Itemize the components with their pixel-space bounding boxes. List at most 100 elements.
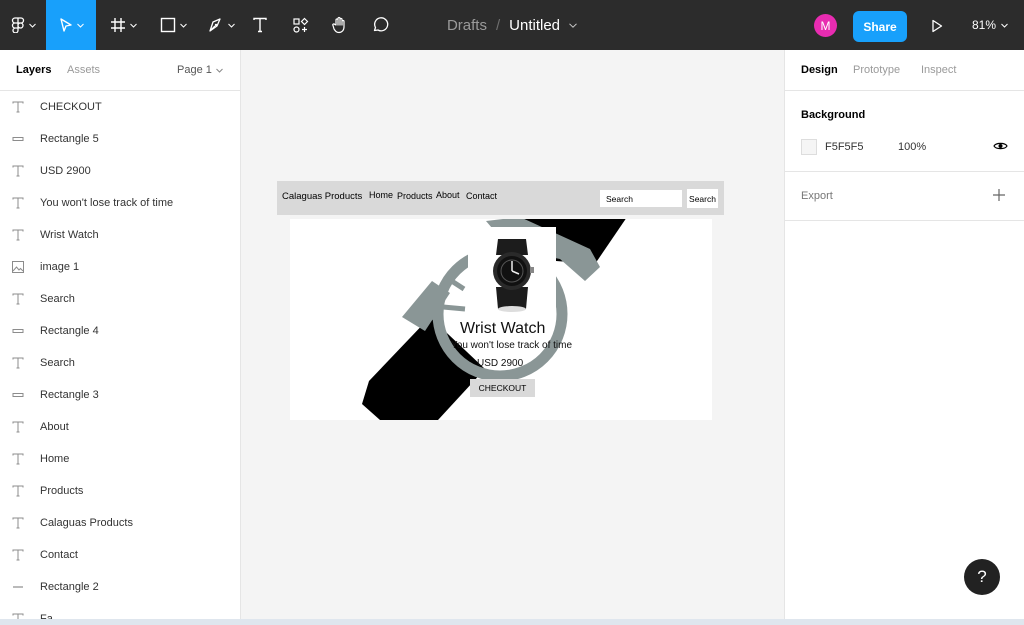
layer-name: USD 2900 — [40, 165, 91, 177]
frame-tool-button[interactable] — [100, 0, 146, 50]
text-layer-icon — [12, 485, 24, 497]
product-title[interactable]: Wrist Watch — [460, 320, 545, 338]
chevron-down-icon — [227, 23, 235, 28]
nav-brand[interactable]: Calaguas Products — [282, 191, 362, 202]
text-layer-icon — [12, 165, 24, 177]
layer-name: Wrist Watch — [40, 229, 99, 241]
layer-row[interactable]: CHECKOUT — [0, 91, 240, 123]
layer-type-icon — [0, 453, 40, 465]
layer-row[interactable]: Home — [0, 443, 240, 475]
share-button[interactable]: Share — [853, 11, 907, 42]
page-selector[interactable]: Page 1 — [177, 64, 223, 76]
checkout-button[interactable]: CHECKOUT — [470, 379, 535, 397]
tab-layers[interactable]: Layers — [16, 64, 51, 76]
layer-row[interactable]: Rectangle 4 — [0, 315, 240, 347]
avatar[interactable]: M — [814, 14, 837, 37]
layer-name: About — [40, 421, 69, 433]
nav-contact[interactable]: Contact — [466, 191, 497, 201]
layer-row[interactable]: Search — [0, 347, 240, 379]
export-section: Export — [785, 172, 1024, 221]
layer-row[interactable]: Contact — [0, 539, 240, 571]
tab-inspect[interactable]: Inspect — [921, 64, 956, 76]
tab-assets[interactable]: Assets — [67, 64, 100, 76]
text-layer-icon — [12, 101, 24, 113]
toolbar: Drafts / Untitled M Share 81% — [0, 0, 1024, 50]
tab-prototype[interactable]: Prototype — [853, 64, 900, 76]
text-layer-icon — [12, 197, 24, 209]
nav-about[interactable]: About — [436, 190, 460, 200]
chevron-down-icon — [28, 23, 36, 28]
move-tool-button[interactable] — [46, 0, 96, 50]
layer-type-icon — [0, 357, 40, 369]
layer-name: Contact — [40, 549, 78, 561]
layer-row[interactable]: Fa — [0, 603, 240, 619]
present-button[interactable] — [926, 15, 948, 37]
layer-row[interactable]: Rectangle 3 — [0, 379, 240, 411]
rectangle-layer-icon — [12, 137, 24, 141]
product-subtitle[interactable]: You won't lose track of time — [451, 340, 572, 351]
nav-products[interactable]: Products — [397, 191, 433, 201]
layer-row[interactable]: image 1 — [0, 251, 240, 283]
cursor-icon — [59, 18, 72, 32]
nav-search-input[interactable]: Search — [600, 190, 682, 207]
layer-row[interactable]: You won't lose track of time — [0, 187, 240, 219]
breadcrumb-drafts[interactable]: Drafts — [447, 17, 487, 34]
product-image[interactable] — [468, 227, 556, 315]
layer-name: Rectangle 2 — [40, 581, 99, 593]
layer-type-icon — [0, 325, 40, 337]
hand-tool-button[interactable] — [326, 0, 354, 50]
layer-row[interactable]: About — [0, 411, 240, 443]
layer-row[interactable]: Search — [0, 283, 240, 315]
rectangle-layer-icon — [12, 329, 24, 333]
tab-design[interactable]: Design — [801, 64, 838, 76]
zoom-level: 81% — [972, 18, 997, 32]
layer-row[interactable]: Products — [0, 475, 240, 507]
left-panel-tabs: Layers Assets Page 1 — [0, 50, 240, 91]
product-price[interactable]: USD 2900 — [477, 358, 523, 369]
layer-name: image 1 — [40, 261, 80, 273]
nav-search-button[interactable]: Search — [687, 189, 718, 208]
help-button[interactable]: ? — [964, 559, 1000, 595]
text-layer-icon — [12, 357, 24, 369]
design-navbar[interactable]: Calaguas Products Home Products About Co… — [277, 181, 724, 215]
export-label: Export — [801, 190, 833, 202]
layer-row[interactable]: USD 2900 — [0, 155, 240, 187]
chevron-down-icon[interactable] — [569, 22, 577, 28]
rectangle-layer-icon — [12, 393, 24, 397]
text-layer-icon — [12, 229, 24, 241]
main-menu-button[interactable] — [0, 0, 46, 50]
eye-icon[interactable] — [993, 141, 1008, 151]
zoom-control[interactable]: 81% — [972, 0, 1008, 50]
pen-tool-button[interactable] — [198, 0, 244, 50]
nav-home[interactable]: Home — [369, 190, 393, 200]
layer-type-icon — [0, 229, 40, 241]
shape-tool-button[interactable] — [150, 0, 196, 50]
file-name[interactable]: Untitled — [509, 17, 560, 34]
layer-row[interactable]: Wrist Watch — [0, 219, 240, 251]
layer-row[interactable]: Rectangle 5 — [0, 123, 240, 155]
canvas[interactable]: Calaguas Products Home Products About Co… — [241, 50, 784, 619]
background-opacity-input[interactable]: 100% — [898, 141, 926, 153]
text-tool-button[interactable] — [246, 0, 274, 50]
layer-name: Rectangle 3 — [40, 389, 99, 401]
text-layer-icon — [12, 549, 24, 561]
layer-name: CHECKOUT — [40, 101, 102, 113]
layer-row[interactable]: Rectangle 2 — [0, 571, 240, 603]
layer-row[interactable]: Calaguas Products — [0, 507, 240, 539]
background-hex-input[interactable]: F5F5F5 — [825, 141, 864, 153]
layer-name: You won't lose track of time — [40, 197, 174, 209]
resources-button[interactable] — [286, 0, 314, 50]
layer-list: CHECKOUT Rectangle 5 USD 2900 You won't los… — [0, 91, 240, 619]
plus-icon[interactable] — [993, 189, 1005, 201]
comment-tool-button[interactable] — [366, 0, 394, 50]
background-swatch[interactable] — [801, 139, 817, 155]
line-layer-icon — [13, 586, 23, 588]
rectangle-icon — [160, 17, 175, 33]
design-frame[interactable]: Wrist Watch You won't lose track of time… — [290, 219, 712, 420]
layers-panel: Layers Assets Page 1 CHECKOUT Rectangle 5… — [0, 50, 241, 619]
background-section: Background F5F5F5 100% — [785, 91, 1024, 172]
components-icon — [292, 17, 308, 33]
layer-type-icon — [0, 261, 40, 273]
layer-type-icon — [0, 101, 40, 113]
figma-logo-icon — [11, 17, 24, 33]
